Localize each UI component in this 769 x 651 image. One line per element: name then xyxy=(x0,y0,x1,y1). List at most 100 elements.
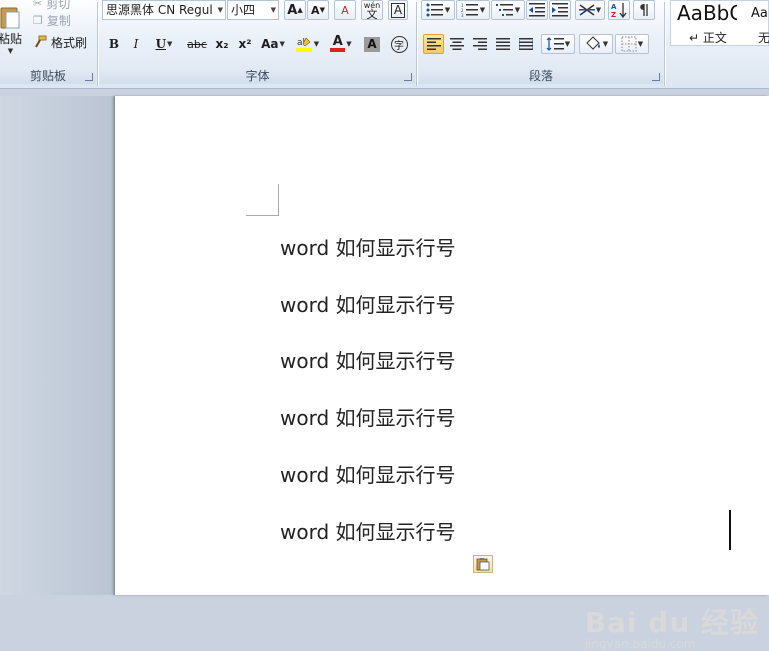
decrease-indent-icon xyxy=(529,3,545,17)
highlighter-icon: ab xyxy=(295,37,312,52)
clipboard-dialog-launcher[interactable] xyxy=(85,73,93,81)
subscript-icon: x₂ xyxy=(215,37,229,51)
increase-indent-button[interactable] xyxy=(549,0,571,20)
style-sample: AaBbCcDc xyxy=(677,1,737,25)
paste-options-button[interactable] xyxy=(473,555,493,573)
chinese-layout-button[interactable]: ▼ xyxy=(575,0,605,20)
format-painter-label: 格式刷 xyxy=(51,35,88,50)
format-painter-icon xyxy=(35,35,47,48)
font-color-button[interactable]: A ▼ xyxy=(326,34,356,54)
paragraph-line[interactable]: word 如何显示行号 xyxy=(280,516,456,545)
font-group: 思源黑体 CN Regul ▼ 小四 ▼ A ▲ A ▼ A wén 文 A B I xyxy=(100,0,415,86)
line-spacing-button[interactable]: ▼ xyxy=(541,34,575,54)
phonetic-char: 文 xyxy=(366,8,378,21)
change-case-button[interactable]: Aa ▼ xyxy=(258,34,288,54)
bullets-button[interactable]: ▼ xyxy=(421,0,455,20)
subscript-button[interactable]: x₂ xyxy=(211,34,233,54)
paragraph-dialog-launcher[interactable] xyxy=(652,73,660,81)
clipboard-group: 粘贴 ▼ ✂ 剪切 ❐ 复制 格式刷 剪贴板 xyxy=(0,0,96,86)
underline-button[interactable]: U ▼ xyxy=(148,34,180,54)
superscript-button[interactable]: x² xyxy=(234,34,256,54)
justify-icon xyxy=(495,38,510,50)
copy-button[interactable]: ❐ 复制 xyxy=(32,11,82,29)
style-normal[interactable]: AaBbCcDc ↵ 正文 xyxy=(671,1,739,45)
decrease-indent-button[interactable] xyxy=(526,0,548,20)
justify-button[interactable] xyxy=(492,34,513,54)
font-name-combo[interactable]: 思源黑体 CN Regul ▼ xyxy=(102,0,226,20)
paste-icon xyxy=(0,7,20,28)
chevron-down-icon: ▼ xyxy=(270,6,276,14)
font-group-title: 字体 xyxy=(100,68,415,84)
paragraph-line[interactable]: word 如何显示行号 xyxy=(280,459,456,488)
shrink-font-icon: A xyxy=(311,3,320,17)
paragraph-line[interactable]: word 如何显示行号 xyxy=(280,345,456,374)
shrink-font-button[interactable]: A ▼ xyxy=(307,0,329,20)
paste-dropdown-arrow[interactable]: ▼ xyxy=(8,47,13,55)
style-no-spacing[interactable]: AaBbCcDc 无间隔 xyxy=(745,1,769,45)
baidu-jingyan-watermark: Bai du 经验 jingyan.baidu.com xyxy=(585,601,759,651)
document-page[interactable]: word 如何显示行号 word 如何显示行号 word 如何显示行号 word… xyxy=(115,96,769,651)
align-right-button[interactable] xyxy=(469,34,490,54)
character-border-icon: A xyxy=(390,2,406,18)
borders-icon xyxy=(621,36,637,52)
borders-button[interactable]: ▼ xyxy=(615,34,649,54)
character-shading-icon: A xyxy=(364,36,380,52)
paragraph-group: ▼ 1 2 3 ▼ ▼ ▼ A Z ▼ ▼ ▼ 段落 xyxy=(419,0,663,86)
strikethrough-icon: abc xyxy=(187,37,207,51)
align-center-button[interactable] xyxy=(446,34,467,54)
strikethrough-button[interactable]: abc xyxy=(184,34,210,54)
clear-formatting-icon: A xyxy=(341,3,349,17)
character-shading-button[interactable]: A xyxy=(362,34,382,54)
distributed-icon xyxy=(518,38,533,50)
character-border-button[interactable]: A xyxy=(388,0,408,20)
align-left-icon xyxy=(426,38,441,50)
document-left-margin xyxy=(0,96,115,595)
ribbon: 粘贴 ▼ ✂ 剪切 ❐ 复制 格式刷 剪贴板 思源黑体 CN Regul ▼ 小… xyxy=(0,0,769,89)
distributed-button[interactable] xyxy=(515,34,536,54)
multilevel-list-button[interactable]: ▼ xyxy=(491,0,525,20)
align-left-button[interactable] xyxy=(423,34,444,54)
pilcrow-icon xyxy=(640,4,648,16)
show-formatting-marks-button[interactable] xyxy=(633,0,655,20)
chinese-layout-icon xyxy=(578,4,595,16)
watermark-brand: Bai du 经验 xyxy=(584,606,759,639)
font-dialog-launcher[interactable] xyxy=(404,73,412,81)
bullets-icon xyxy=(426,3,443,17)
svg-text:A: A xyxy=(611,3,617,11)
bold-button[interactable]: B xyxy=(104,34,124,54)
font-size-combo[interactable]: 小四 ▼ xyxy=(227,0,279,20)
svg-text:3: 3 xyxy=(461,13,464,17)
align-center-icon xyxy=(449,38,464,50)
grow-font-button[interactable]: A ▲ xyxy=(284,0,306,20)
cut-label: 剪切 xyxy=(46,0,71,11)
bold-icon: B xyxy=(108,37,120,51)
highlight-button[interactable]: ab ▼ xyxy=(290,34,324,54)
sort-icon: A Z xyxy=(611,3,627,18)
italic-icon: I xyxy=(133,37,139,51)
watermark-url: jingyan.baidu.com xyxy=(584,637,696,651)
sort-button[interactable]: A Z xyxy=(608,0,630,20)
clipboard-group-title: 剪贴板 xyxy=(0,68,96,84)
paste-button[interactable]: 粘贴 ▼ xyxy=(0,0,24,60)
format-painter-button[interactable]: 格式刷 xyxy=(32,33,92,51)
superscript-icon: x² xyxy=(238,37,252,51)
clipboard-icon xyxy=(476,558,490,571)
paragraph-line[interactable]: word 如何显示行号 xyxy=(280,232,456,261)
paragraph-line[interactable]: word 如何显示行号 xyxy=(280,402,456,431)
copy-icon: ❐ xyxy=(33,13,43,27)
phonetic-guide-button[interactable]: wén 文 xyxy=(361,0,383,20)
paragraph-line[interactable]: word 如何显示行号 xyxy=(280,289,456,318)
enclose-characters-button[interactable]: 字 xyxy=(388,34,410,54)
style-name: 无间隔 xyxy=(758,31,769,45)
text-cursor xyxy=(729,510,731,550)
italic-button[interactable]: I xyxy=(126,34,146,54)
shading-button[interactable]: ▼ xyxy=(579,34,613,54)
clear-formatting-button[interactable]: A xyxy=(334,0,356,20)
paste-label: 粘贴 xyxy=(0,31,22,46)
font-color-swatch xyxy=(330,48,346,52)
font-name-value: 思源黑体 CN Regul xyxy=(106,3,213,17)
numbering-button[interactable]: 1 2 3 ▼ xyxy=(456,0,490,20)
chevron-down-icon: ▼ xyxy=(217,6,223,14)
style-name: ↵ 正文 xyxy=(689,31,727,45)
copy-label: 复制 xyxy=(46,13,71,28)
